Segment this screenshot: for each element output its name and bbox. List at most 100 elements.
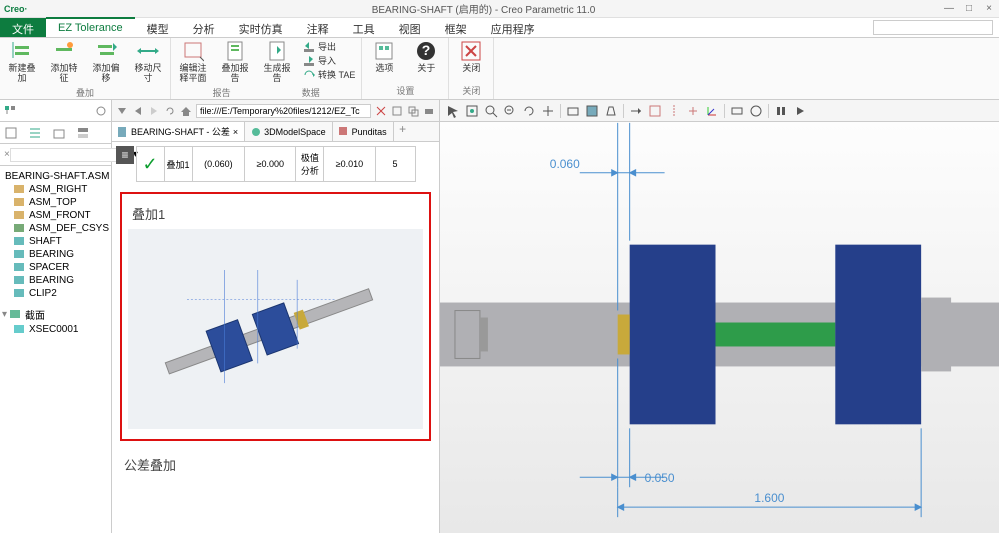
detail-tab[interactable]: BEARING-SHAFT - 公差 × — [112, 122, 245, 141]
tab-tools[interactable]: 工具 — [341, 18, 387, 37]
layer-view-icon[interactable] — [76, 126, 90, 140]
window-title: BEARING-SHAFT (启用的) - Creo Parametric 11… — [28, 1, 939, 16]
stop-icon[interactable] — [375, 105, 387, 117]
minimize-button[interactable]: — — [939, 3, 959, 14]
tab-file[interactable]: 文件 — [0, 18, 46, 37]
xsec-icon — [14, 325, 26, 335]
stackup-title: 叠加1 — [132, 204, 419, 223]
viewport-canvas[interactable]: 0.060 0.050 1.60 — [440, 122, 999, 533]
print-icon[interactable] — [423, 105, 435, 117]
tab-analysis[interactable]: 分析 — [181, 18, 227, 37]
tree-item[interactable]: ASM_RIGHT — [2, 183, 109, 196]
tree-item[interactable]: ASM_DEF_CSYS — [2, 222, 109, 235]
folder-view-icon[interactable] — [52, 126, 66, 140]
url-input[interactable] — [196, 104, 371, 118]
web-icon — [339, 127, 349, 137]
select-icon[interactable] — [446, 104, 460, 118]
datum-axis-icon[interactable] — [667, 104, 681, 118]
rotate-icon[interactable] — [522, 104, 536, 118]
button-label: 添加特征 — [48, 64, 80, 84]
about-button[interactable]: ? 关于 — [410, 40, 442, 74]
datum-point-icon[interactable] — [686, 104, 700, 118]
tree-item[interactable]: BEARING — [2, 248, 109, 261]
section-icon — [10, 310, 22, 320]
stackup-report-button[interactable]: 叠加报告 — [219, 40, 251, 84]
tab-view[interactable]: 视图 — [387, 18, 433, 37]
csys-icon[interactable] — [705, 104, 719, 118]
tree-item[interactable]: ASM_TOP — [2, 196, 109, 209]
tree-icon[interactable] — [4, 105, 16, 117]
annotation-display-icon[interactable] — [730, 104, 744, 118]
dock-icon[interactable] — [391, 105, 403, 117]
display-style-icon[interactable] — [585, 104, 599, 118]
part-icon — [14, 263, 26, 273]
expand-icon[interactable] — [4, 126, 18, 140]
pause-icon[interactable] — [774, 104, 788, 118]
datum-plane-icon[interactable] — [648, 104, 662, 118]
options-icon — [373, 40, 395, 62]
refit-icon[interactable] — [465, 104, 479, 118]
export-button[interactable]: 导出 — [303, 40, 355, 53]
tree-root[interactable]: BEARING-SHAFT.ASM — [2, 170, 109, 183]
tree-item[interactable]: XSEC0001 — [2, 323, 109, 336]
edit-annotation-plane-button[interactable]: 编辑注释平面 — [177, 40, 209, 84]
options-button[interactable]: 选项 — [368, 40, 400, 74]
reload-icon[interactable] — [164, 105, 176, 117]
model-tree: BEARING-SHAFT.ASM ASM_RIGHTASM_TOPASM_FR… — [0, 166, 111, 533]
ribbon-tabs: 文件 EZ Tolerance 模型 分析 实时仿真 注释 工具 视图 框架 应… — [0, 18, 999, 38]
tree-item[interactable]: ASM_FRONT — [2, 209, 109, 222]
detail-tab[interactable]: 3DModelSpace — [245, 122, 333, 141]
move-dim-icon — [137, 40, 159, 62]
tree-item[interactable]: CLIP2 — [2, 287, 109, 300]
generate-report-button[interactable]: 生成报告 — [261, 40, 293, 84]
detail-tab[interactable]: Punditas — [333, 122, 394, 141]
tab-live-sim[interactable]: 实时仿真 — [227, 18, 295, 37]
tree-item[interactable]: BEARING — [2, 274, 109, 287]
import-button[interactable]: 导入 — [303, 54, 355, 67]
report-icon — [224, 40, 246, 62]
part-icon — [14, 237, 26, 247]
button-label: 关于 — [417, 64, 435, 74]
settings-icon[interactable] — [95, 105, 107, 117]
tree-view-icon[interactable] — [28, 126, 42, 140]
maximize-button[interactable]: □ — [959, 3, 979, 14]
ribbon-search-input[interactable] — [873, 20, 993, 35]
add-tab-button[interactable]: + — [394, 122, 412, 141]
hamburger-icon[interactable]: ≡ — [116, 146, 134, 164]
spin-center-icon[interactable] — [749, 104, 763, 118]
new-window-icon[interactable] — [407, 105, 419, 117]
button-label: 叠加报告 — [219, 64, 251, 84]
close-button[interactable]: × — [979, 3, 999, 14]
home-icon[interactable] — [180, 105, 192, 117]
chevron-down-icon[interactable] — [116, 105, 128, 117]
import-icon — [303, 55, 315, 67]
tab-close-icon[interactable]: × — [233, 127, 238, 137]
tab-annotate[interactable]: 注释 — [295, 18, 341, 37]
tab-frame[interactable]: 框架 — [433, 18, 479, 37]
close-icon — [460, 40, 482, 62]
annotation-icon[interactable] — [629, 104, 643, 118]
tab-model[interactable]: 模型 — [135, 18, 181, 37]
tree-section[interactable]: ▾ 截面 — [2, 306, 109, 323]
zoom-icon[interactable] — [484, 104, 498, 118]
zoom-out-icon[interactable] — [503, 104, 517, 118]
move-dimension-button[interactable]: 移动尺寸 — [132, 40, 164, 84]
convert-tae-button[interactable]: 转换 TAE — [303, 68, 355, 81]
saved-views-icon[interactable] — [566, 104, 580, 118]
plane-icon — [14, 211, 26, 221]
add-feature-button[interactable]: 添加特征 — [48, 40, 80, 84]
back-icon[interactable] — [132, 105, 144, 117]
tab-ez-tolerance[interactable]: EZ Tolerance — [46, 17, 135, 36]
perspective-icon[interactable] — [604, 104, 618, 118]
tree-item[interactable]: SHAFT — [2, 235, 109, 248]
button-label: 添加偏移 — [90, 64, 122, 84]
close-addin-button[interactable]: 关闭 — [455, 40, 487, 74]
play-icon[interactable] — [793, 104, 807, 118]
table-row[interactable]: ✓ 叠加1 (0.060) ≥0.000 极值分析 ≥0.010 5 — [136, 147, 415, 182]
add-offset-button[interactable]: 添加偏移 — [90, 40, 122, 84]
tree-item[interactable]: SPACER — [2, 261, 109, 274]
tab-applications[interactable]: 应用程序 — [479, 18, 547, 37]
pan-icon[interactable] — [541, 104, 555, 118]
new-stackup-button[interactable]: 新建叠加 — [6, 40, 38, 84]
forward-icon[interactable] — [148, 105, 160, 117]
